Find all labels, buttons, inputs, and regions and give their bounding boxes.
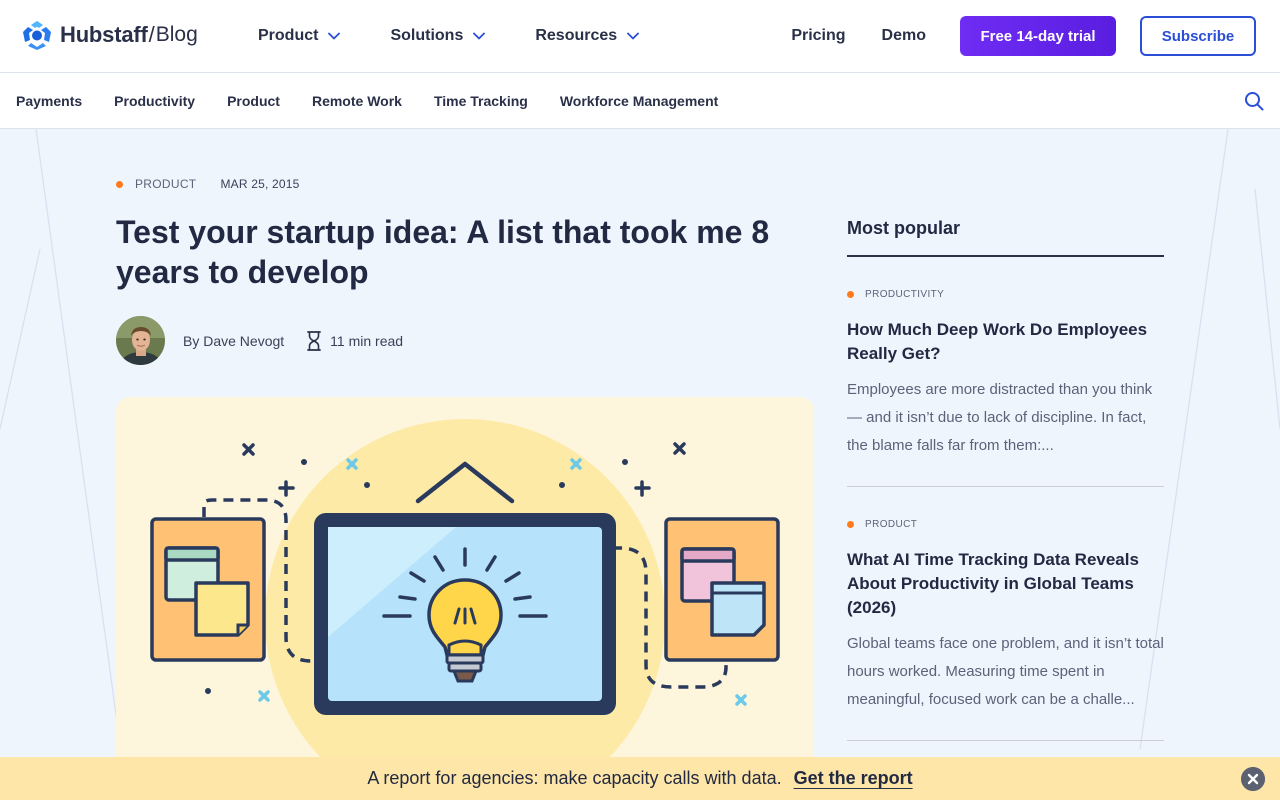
card-category: PRODUCT [847, 519, 1164, 530]
category-bar: Payments Productivity Product Remote Wor… [0, 73, 1280, 129]
close-icon[interactable] [1241, 767, 1265, 791]
chevron-down-icon [627, 32, 640, 40]
article-date: MAR 25, 2015 [220, 177, 300, 191]
card-title[interactable]: What AI Time Tracking Data Reveals About… [847, 548, 1164, 620]
category-dot [847, 291, 854, 298]
article-meta: PRODUCT MAR 25, 2015 [116, 177, 300, 191]
popular-card: PRODUCT What AI Time Tracking Data Revea… [847, 487, 1164, 741]
sidebar-heading: Most popular [847, 218, 1164, 257]
get-report-link[interactable]: Get the report [794, 768, 913, 789]
hubstaff-logo-icon [23, 21, 51, 50]
subscribe-button[interactable]: Subscribe [1140, 16, 1256, 56]
article-byline: By Dave Nevogt 11 min read [116, 316, 403, 365]
header-actions: Pricing Demo Free 14-day trial Subscribe [791, 0, 1280, 72]
category-product[interactable]: Product [227, 93, 280, 109]
free-trial-button[interactable]: Free 14-day trial [960, 16, 1116, 56]
pricing-link[interactable]: Pricing [791, 27, 845, 45]
category-time-tracking[interactable]: Time Tracking [434, 93, 528, 109]
demo-link[interactable]: Demo [882, 27, 926, 45]
brand-logo[interactable]: Hubstaff / Blog [22, 20, 198, 50]
card-title[interactable]: How Much Deep Work Do Employees Really G… [847, 318, 1164, 366]
hero-illustration [116, 397, 814, 757]
card-excerpt: Employees are more distracted than you t… [847, 381, 1153, 454]
most-popular-sidebar: Most popular PRODUCTIVITY How Much Deep … [847, 218, 1164, 741]
card-category-label[interactable]: PRODUCTIVITY [865, 289, 944, 300]
category-dot [847, 521, 854, 528]
nav-solutions[interactable]: Solutions [390, 27, 486, 45]
category-payments[interactable]: Payments [16, 93, 82, 109]
lightbulb-illustration [150, 419, 780, 757]
brand-section: Blog [155, 23, 198, 46]
brand-separator: / [148, 22, 155, 47]
article-title: Test your startup idea: A list that took… [116, 214, 770, 290]
article-category[interactable]: PRODUCT [135, 177, 196, 191]
category-list: Payments Productivity Product Remote Wor… [16, 73, 718, 129]
category-dot [116, 180, 123, 188]
read-time: 11 min read [330, 332, 404, 349]
banner-text: A report for agencies: make capacity cal… [367, 768, 782, 788]
top-header: Hubstaff / Blog Product Solutions Resour… [0, 0, 1280, 73]
category-remote-work[interactable]: Remote Work [312, 93, 402, 109]
card-category-label[interactable]: PRODUCT [865, 519, 917, 530]
card-category: PRODUCTIVITY [847, 289, 1164, 300]
popular-card: PRODUCTIVITY How Much Deep Work Do Emplo… [847, 257, 1164, 487]
hourglass-icon [307, 330, 322, 351]
search-icon[interactable] [1244, 91, 1264, 111]
card-excerpt: Global teams face one problem, and it is… [847, 635, 1164, 708]
chevron-down-icon [328, 32, 341, 40]
promo-banner: A report for agencies: make capacity cal… [0, 757, 1280, 800]
chevron-down-icon [473, 32, 486, 40]
nav-solutions-label: Solutions [390, 27, 464, 44]
category-workforce-management[interactable]: Workforce Management [560, 93, 718, 109]
nav-product[interactable]: Product [258, 27, 341, 45]
nav-resources-label: Resources [535, 27, 618, 44]
brand-name: Hubstaff [60, 22, 148, 47]
category-productivity[interactable]: Productivity [114, 93, 195, 109]
author-name[interactable]: By Dave Nevogt [183, 333, 284, 349]
main-nav: Product Solutions Resources [258, 0, 640, 72]
nav-product-label: Product [258, 27, 319, 44]
author-avatar[interactable] [116, 316, 165, 365]
nav-resources[interactable]: Resources [535, 27, 640, 45]
